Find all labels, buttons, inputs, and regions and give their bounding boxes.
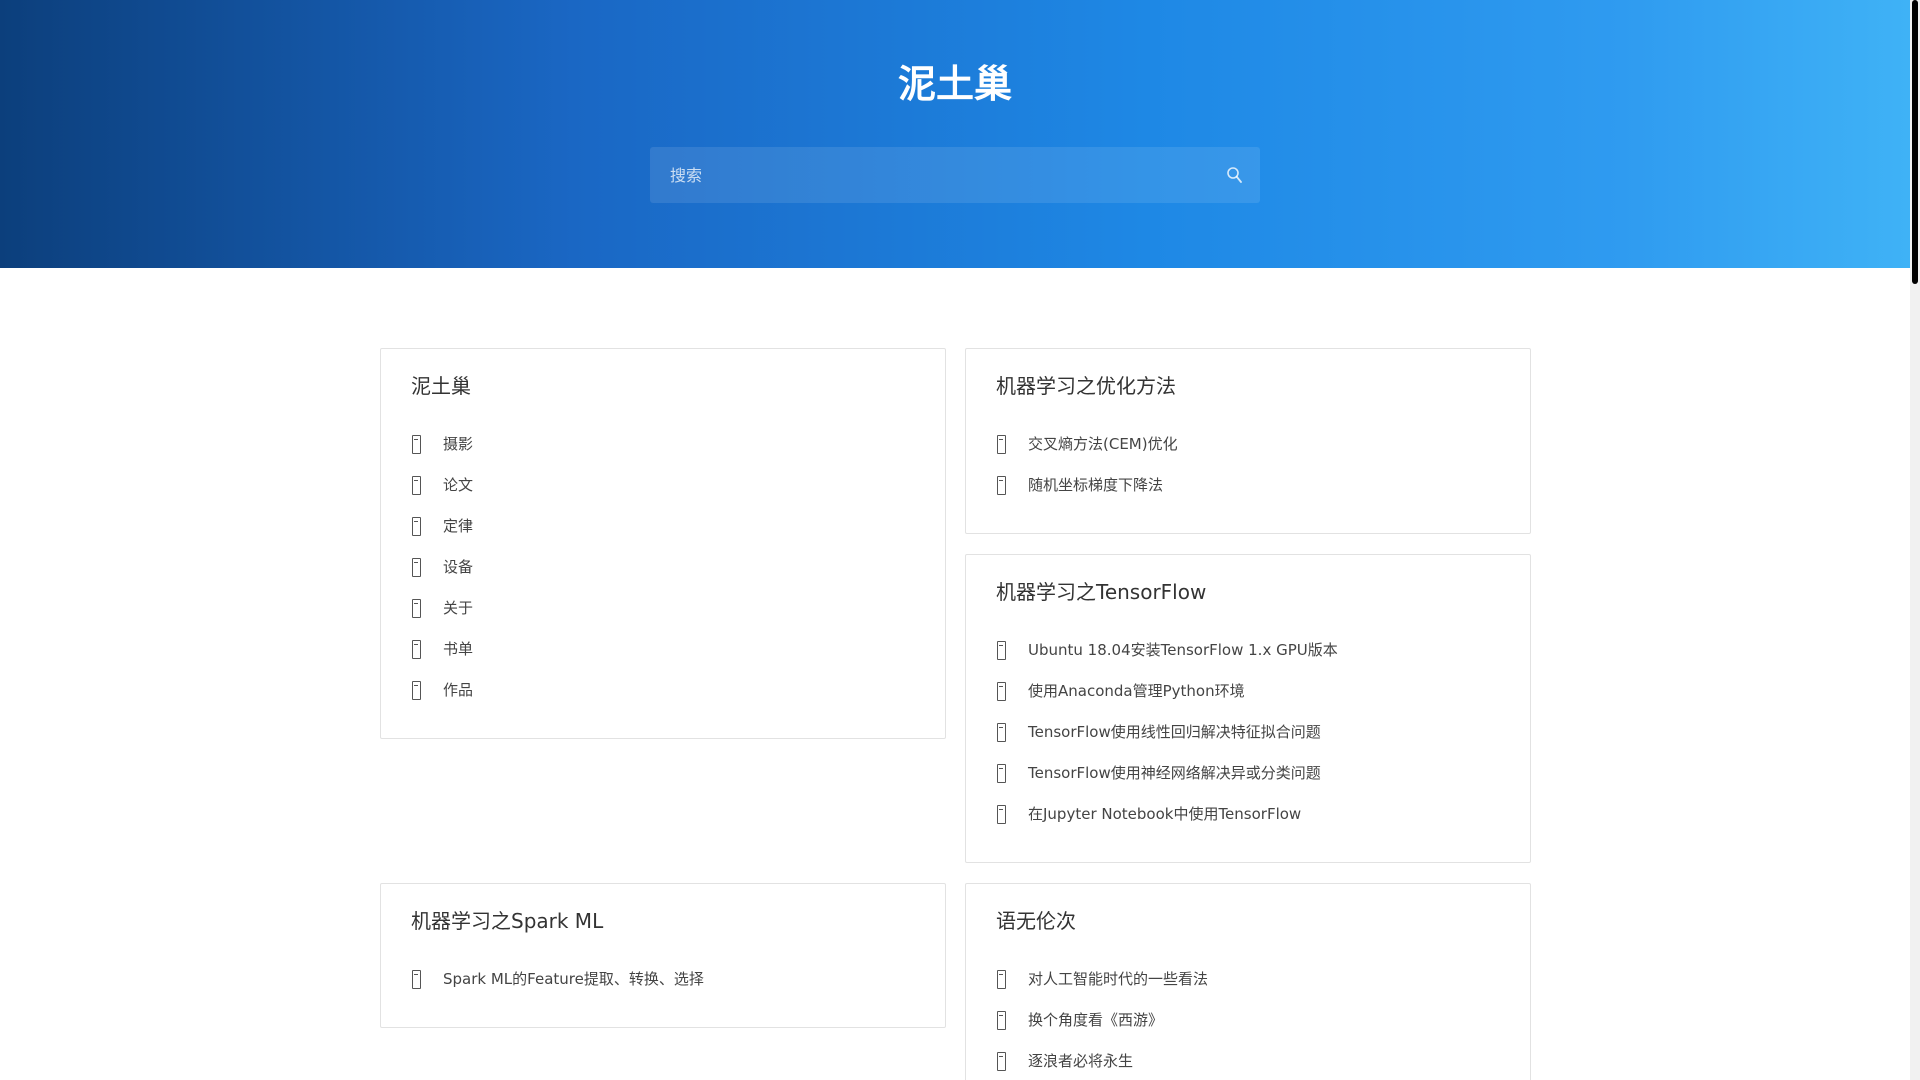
post-link[interactable]: 论文 (443, 474, 473, 495)
category-title[interactable]: 语无伦次 (996, 906, 1076, 936)
file-icon (411, 557, 443, 577)
post-link[interactable]: 设备 (443, 556, 473, 577)
category-card-spark-ml: 机器学习之Spark ML Spark ML的Feature提取、转换、选择 (380, 883, 946, 1028)
list-item: Ubuntu 18.04安装TensorFlow 1.x GPU版本 (996, 629, 1338, 670)
list-item: 关于 (411, 587, 473, 628)
search-button[interactable] (1220, 161, 1248, 189)
post-link[interactable]: 逐浪者必将永生 (1028, 1050, 1133, 1071)
post-link[interactable]: TensorFlow使用神经网络解决异或分类问题 (1028, 762, 1321, 783)
list-item: Spark ML的Feature提取、转换、选择 (411, 958, 704, 999)
list-item: TensorFlow使用线性回归解决特征拟合问题 (996, 711, 1338, 752)
scrollbar-thumb[interactable] (1912, 0, 1918, 284)
list-item: 换个角度看《西游》 (996, 999, 1208, 1040)
post-link[interactable]: 使用Anaconda管理Python环境 (1028, 680, 1245, 701)
post-list: 摄影 论文 定律 设备 关于 书单 作品 (411, 423, 473, 710)
category-title[interactable]: 机器学习之TensorFlow (996, 577, 1206, 607)
file-icon (411, 598, 443, 618)
post-link[interactable]: 交叉熵方法(CEM)优化 (1028, 433, 1178, 454)
file-icon (411, 475, 443, 495)
list-item: 随机坐标梯度下降法 (996, 464, 1178, 505)
file-icon (996, 969, 1028, 989)
category-title[interactable]: 泥土巢 (411, 371, 471, 401)
post-list: Spark ML的Feature提取、转换、选择 (411, 958, 704, 999)
list-item: TensorFlow使用神经网络解决异或分类问题 (996, 752, 1338, 793)
file-icon (411, 969, 443, 989)
page: 泥土巢 泥土巢 摄影 论文 定律 设备 关于 书单 作品 机器学习之优化方 (0, 0, 1920, 1080)
scrollbar[interactable] (1910, 0, 1920, 1080)
search-input[interactable] (650, 147, 1210, 203)
file-icon (411, 434, 443, 454)
header-banner: 泥土巢 (0, 0, 1910, 268)
file-icon (411, 680, 443, 700)
list-item: 在Jupyter Notebook中使用TensorFlow (996, 793, 1338, 834)
file-icon (996, 1010, 1028, 1030)
post-link[interactable]: 在Jupyter Notebook中使用TensorFlow (1028, 803, 1301, 824)
list-item: 摄影 (411, 423, 473, 464)
post-link[interactable]: Spark ML的Feature提取、转换、选择 (443, 968, 704, 989)
list-item: 设备 (411, 546, 473, 587)
post-link[interactable]: 定律 (443, 515, 473, 536)
post-link[interactable]: 对人工智能时代的一些看法 (1028, 968, 1208, 989)
post-list: 对人工智能时代的一些看法 换个角度看《西游》 逐浪者必将永生 (996, 958, 1208, 1080)
category-card-optimization: 机器学习之优化方法 交叉熵方法(CEM)优化 随机坐标梯度下降法 (965, 348, 1531, 534)
post-link[interactable]: TensorFlow使用线性回归解决特征拟合问题 (1028, 721, 1321, 742)
file-icon (996, 1051, 1028, 1071)
file-icon (996, 475, 1028, 495)
category-card-tensorflow: 机器学习之TensorFlow Ubuntu 18.04安装TensorFlow… (965, 554, 1531, 863)
list-item: 使用Anaconda管理Python环境 (996, 670, 1338, 711)
post-link[interactable]: 作品 (443, 679, 473, 700)
file-icon (411, 639, 443, 659)
file-icon (996, 804, 1028, 824)
file-icon (996, 763, 1028, 783)
list-item: 交叉熵方法(CEM)优化 (996, 423, 1178, 464)
post-link[interactable]: Ubuntu 18.04安装TensorFlow 1.x GPU版本 (1028, 639, 1338, 660)
post-link[interactable]: 书单 (443, 638, 473, 659)
file-icon (996, 681, 1028, 701)
post-list: 交叉熵方法(CEM)优化 随机坐标梯度下降法 (996, 423, 1178, 505)
search-box (650, 147, 1260, 203)
file-icon (411, 516, 443, 536)
list-item: 对人工智能时代的一些看法 (996, 958, 1208, 999)
category-title[interactable]: 机器学习之Spark ML (411, 906, 603, 936)
list-item: 逐浪者必将永生 (996, 1040, 1208, 1080)
post-link[interactable]: 换个角度看《西游》 (1028, 1009, 1163, 1030)
site-title[interactable]: 泥土巢 (0, 60, 1910, 108)
list-item: 定律 (411, 505, 473, 546)
post-link[interactable]: 摄影 (443, 433, 473, 454)
search-icon (1227, 167, 1242, 183)
list-item: 作品 (411, 669, 473, 710)
category-card-nituchao: 泥土巢 摄影 论文 定律 设备 关于 书单 作品 (380, 348, 946, 739)
file-icon (996, 722, 1028, 742)
category-title[interactable]: 机器学习之优化方法 (996, 371, 1176, 401)
category-card-yuwulunci: 语无伦次 对人工智能时代的一些看法 换个角度看《西游》 逐浪者必将永生 (965, 883, 1531, 1080)
file-icon (996, 640, 1028, 660)
post-list: Ubuntu 18.04安装TensorFlow 1.x GPU版本 使用Ana… (996, 629, 1338, 834)
list-item: 书单 (411, 628, 473, 669)
list-item: 论文 (411, 464, 473, 505)
post-link[interactable]: 随机坐标梯度下降法 (1028, 474, 1163, 495)
post-link[interactable]: 关于 (443, 597, 473, 618)
file-icon (996, 434, 1028, 454)
